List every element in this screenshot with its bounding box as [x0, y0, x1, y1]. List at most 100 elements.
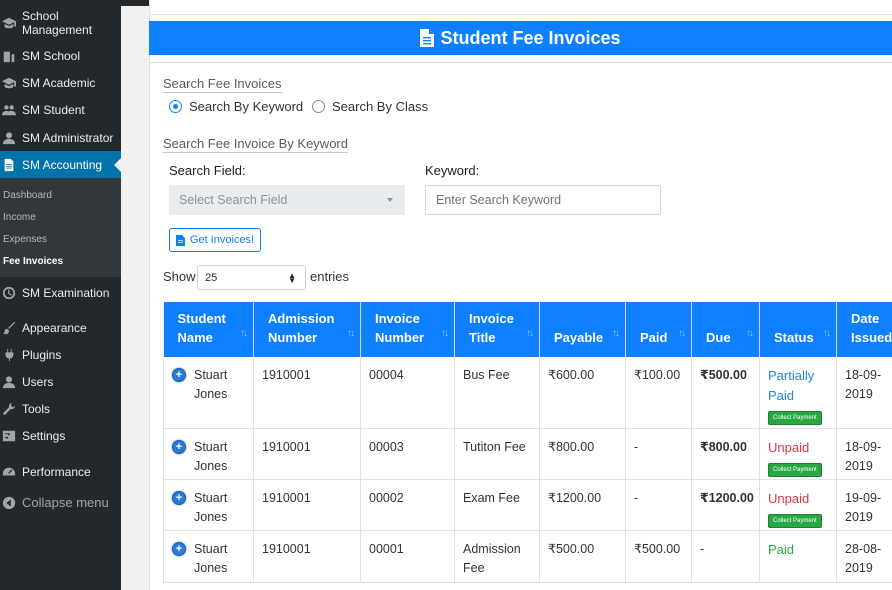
- gauge-icon: [2, 465, 16, 479]
- sort-icon: ↑↓: [823, 328, 831, 339]
- sidebar-item-sm-student[interactable]: SM Student: [0, 101, 121, 119]
- sidebar-item-sm-academic[interactable]: SM Academic: [0, 74, 121, 92]
- collapse-icon: [2, 496, 16, 510]
- file-icon: [175, 234, 185, 246]
- expand-row-icon[interactable]: +: [172, 368, 186, 382]
- radio-search-by-class[interactable]: Search By Class: [312, 99, 428, 114]
- invoice-title: Admission Fee: [454, 530, 540, 583]
- sidebar-item-sm-administrator[interactable]: SM Administrator: [0, 129, 121, 147]
- status-badge: Unpaid: [768, 439, 810, 455]
- sort-icon: ↑↓: [612, 328, 620, 339]
- radio-circle[interactable]: [312, 100, 325, 113]
- sidebar-item-label: Performance: [22, 465, 91, 479]
- sidebar-item-appearance[interactable]: Appearance: [0, 319, 121, 337]
- user-icon: [2, 131, 16, 145]
- col-date-issued[interactable]: Date Issued: [836, 302, 892, 357]
- sidebar-item-label: Users: [22, 375, 54, 389]
- sidebar-item-sm-examination[interactable]: SM Examination: [0, 284, 121, 302]
- due-amount: ₹800.00: [691, 428, 760, 480]
- paid-amount: ₹100.00: [625, 357, 692, 429]
- due-amount: ₹1200.00: [691, 479, 760, 531]
- col-invoice-title[interactable]: Invoice Title ↑↓: [454, 302, 540, 357]
- sidebar-item-tools[interactable]: Tools: [0, 400, 121, 418]
- sidebar-item-settings[interactable]: Settings: [0, 427, 121, 445]
- sidebar-item-sm-accounting[interactable]: SM Accounting: [0, 151, 121, 178]
- page-length-value: 25: [205, 271, 218, 284]
- sort-icon: ↑↓: [347, 328, 355, 339]
- paintbrush-icon: [2, 321, 16, 335]
- sidebar-item-label: SM Administrator: [22, 131, 114, 145]
- plug-icon: [2, 348, 16, 362]
- file-icon: [420, 29, 435, 47]
- collapse-menu-button[interactable]: Collapse menu: [0, 494, 121, 512]
- sidebar-item-plugins[interactable]: Plugins: [0, 346, 121, 364]
- graduation-cap-icon: [2, 16, 16, 30]
- chevron-down-icon: [387, 198, 393, 202]
- submenu-dashboard[interactable]: Dashboard: [3, 190, 52, 201]
- col-admission-number[interactable]: Admission Number ↑↓: [253, 302, 361, 357]
- sidebar-item-label: Plugins: [22, 348, 62, 362]
- admission-number: 1910001: [253, 479, 361, 531]
- sidebar-item-performance[interactable]: Performance: [0, 463, 121, 481]
- sidebar-item-label: Tools: [22, 402, 51, 416]
- expand-row-icon[interactable]: +: [172, 541, 186, 556]
- keyword-input[interactable]: [425, 185, 661, 215]
- expand-row-icon[interactable]: +: [172, 490, 186, 505]
- submenu-expenses[interactable]: Expenses: [3, 234, 47, 245]
- sidebar-item-school-management[interactable]: School Management: [0, 8, 121, 38]
- col-paid[interactable]: Paid ↑↓: [625, 302, 692, 357]
- get-invoices-button[interactable]: Get Invoices!: [169, 228, 261, 252]
- submenu-income[interactable]: Income: [3, 212, 36, 223]
- col-due[interactable]: Due ↑↓: [691, 302, 760, 357]
- col-invoice-number[interactable]: Invoice Number ↑↓: [360, 302, 455, 357]
- status-badge: Paid: [768, 541, 795, 557]
- sidebar-item-label: School Management: [22, 9, 93, 37]
- search-field-select[interactable]: Select Search Field: [169, 185, 405, 215]
- invoice-number: 00003: [360, 428, 455, 480]
- paid-amount: -: [625, 428, 692, 480]
- collect-payment-button[interactable]: Collect Payment: [768, 462, 822, 477]
- payable-amount: ₹500.00: [539, 530, 626, 583]
- user-icon: [2, 375, 16, 389]
- sort-icon: ↑↓: [240, 328, 248, 339]
- keyword-label: Keyword:: [425, 163, 480, 178]
- due-amount: ₹500.00: [691, 357, 760, 429]
- student-name: Stuart Jones: [194, 368, 228, 401]
- student-name: Stuart Jones: [194, 541, 228, 575]
- radio-circle-checked[interactable]: [169, 100, 182, 113]
- invoices-table-wrap: Student Name ↑↓ Admission Number ↑↓ Invoice N…: [163, 302, 892, 590]
- col-payable[interactable]: Payable ↑↓: [539, 302, 626, 357]
- active-indicator: [114, 158, 121, 172]
- sort-icon: ↑↓: [678, 328, 686, 339]
- search-legend: Search Fee Invoices: [163, 76, 282, 93]
- date-issued: 19-09- 2019: [836, 479, 892, 531]
- col-student-name[interactable]: Student Name ↑↓: [163, 302, 254, 357]
- due-amount: -: [691, 530, 760, 583]
- sidebar-item-label: SM Accounting: [22, 157, 103, 172]
- date-issued: 18-09- 2019: [836, 357, 892, 429]
- table-row: + Stuart Jones 1910001 00004 Bus Fee ₹600.…: [163, 357, 892, 429]
- page-length-select[interactable]: 25 ▲ ▼: [197, 265, 306, 290]
- invoice-title: Exam Fee: [454, 479, 540, 531]
- submenu-fee-invoices[interactable]: Fee Invoices: [3, 256, 63, 267]
- clock-icon: [2, 286, 16, 300]
- col-status[interactable]: Status ↑↓: [759, 302, 837, 357]
- keyword-legend: Search Fee Invoice By Keyword: [163, 136, 348, 153]
- graduation-cap-icon: [2, 76, 16, 90]
- sidebar-item-sm-school[interactable]: SM School: [0, 47, 121, 65]
- payable-amount: ₹800.00: [539, 428, 626, 480]
- accounting-submenu: Dashboard Income Expenses Fee Invoices: [0, 178, 121, 277]
- sort-icon: ↑↓: [526, 328, 534, 339]
- sidebar-item-label: SM Student: [22, 103, 85, 117]
- collect-payment-button[interactable]: Collect Payment: [768, 411, 822, 425]
- radio-search-by-keyword[interactable]: Search By Keyword: [169, 99, 303, 114]
- collect-payment-button[interactable]: Collect Payment: [768, 513, 822, 528]
- expand-row-icon[interactable]: +: [172, 439, 186, 454]
- sidebar-item-users[interactable]: Users: [0, 373, 121, 391]
- sidebar-item-label: Collapse menu: [22, 495, 109, 510]
- payable-amount: ₹600.00: [539, 357, 626, 429]
- button-label: Get Invoices!: [189, 234, 255, 246]
- updown-arrows-icon: ▲ ▼: [288, 271, 296, 285]
- admission-number: 1910001: [253, 530, 361, 583]
- invoice-title: Tutiton Fee: [454, 428, 540, 480]
